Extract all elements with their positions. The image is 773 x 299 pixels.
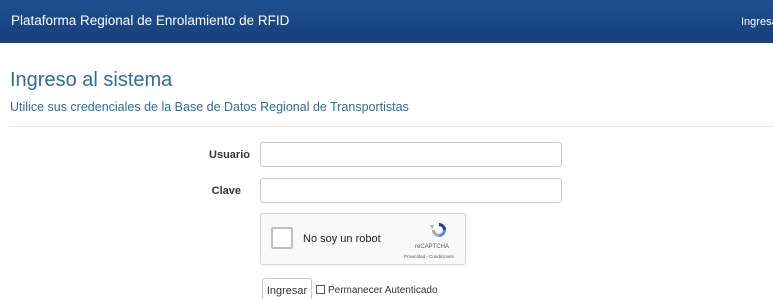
remember-me-checkbox[interactable] <box>316 285 325 294</box>
recaptcha-checkbox[interactable] <box>271 227 293 249</box>
recaptcha-privacy-links[interactable]: Privacidad - Condiciones <box>391 254 467 259</box>
remember-me-label: Permanecer Autenticado <box>328 285 438 296</box>
navbar-brand[interactable]: Plataforma Regional de Enrolamiento de R… <box>11 13 289 28</box>
username-input[interactable] <box>260 142 562 167</box>
header-divider <box>10 126 773 127</box>
remember-me-option[interactable]: Permanecer Autenticado <box>316 285 438 296</box>
page-subtitle: Utilice sus credenciales de la Base de D… <box>10 100 409 114</box>
recaptcha-brand: reCAPTCHA <box>414 244 449 250</box>
navbar-login-link[interactable]: Ingresa <box>741 16 773 28</box>
recaptcha-label: No soy un robot <box>303 233 381 245</box>
password-input[interactable] <box>260 178 562 203</box>
recaptcha-widget: No soy un robot reCAPTCHA Privacidad - C… <box>260 213 466 265</box>
page-title: Ingreso al sistema <box>10 69 173 91</box>
recaptcha-logo-icon <box>430 223 446 237</box>
password-label: Clave <box>211 185 241 197</box>
top-navbar: Plataforma Regional de Enrolamiento de R… <box>0 0 773 43</box>
username-label: Usuario <box>209 149 250 161</box>
login-submit-button[interactable]: Ingresar <box>262 278 312 299</box>
